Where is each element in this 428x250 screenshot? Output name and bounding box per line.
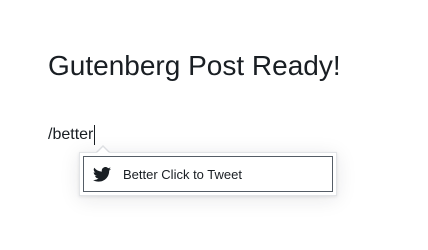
block-autocomplete-popover: Better Click to Tweet <box>79 152 337 196</box>
popover-arrow-fill <box>97 147 109 153</box>
autocomplete-option-better-click-to-tweet[interactable]: Better Click to Tweet <box>83 156 333 192</box>
text-caret <box>94 125 96 145</box>
twitter-bird-icon <box>93 165 111 183</box>
autocomplete-option-label: Better Click to Tweet <box>123 166 242 182</box>
paragraph-block[interactable]: /better <box>48 124 96 146</box>
editor-canvas: Gutenberg Post Ready! /better Better Cli… <box>0 0 428 250</box>
post-title[interactable]: Gutenberg Post Ready! <box>48 48 341 84</box>
paragraph-text[interactable]: /better <box>48 126 93 144</box>
